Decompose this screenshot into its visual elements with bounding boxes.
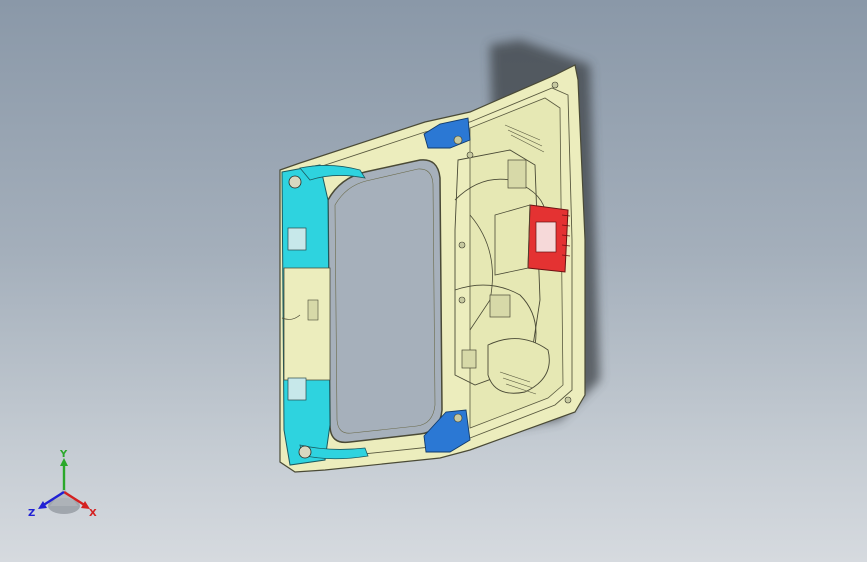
switch-panel-window <box>535 221 557 253</box>
mount-lower-block <box>461 349 477 369</box>
bolt-left-top <box>288 175 302 189</box>
mount-mid-block <box>489 294 511 318</box>
pillar-left-body <box>283 267 331 381</box>
door-panel-model[interactable] <box>0 0 867 562</box>
z-axis-label: Z <box>28 508 35 519</box>
hole-7 <box>458 296 466 304</box>
hole-2 <box>466 151 474 159</box>
window-opening <box>327 159 443 444</box>
y-axis-label: Y <box>59 449 68 460</box>
mount-upper-block <box>507 159 527 189</box>
hole-1 <box>453 135 463 145</box>
slot-left-mid <box>307 299 319 321</box>
hole-3 <box>551 81 559 89</box>
hole-6 <box>458 241 466 249</box>
hole-5 <box>453 413 463 423</box>
bolt-left-bottom <box>298 445 312 459</box>
coordinate-triad[interactable]: Y X Z <box>26 448 106 522</box>
clip-left-upper <box>287 227 307 251</box>
hole-4 <box>564 396 572 404</box>
x-axis-label: X <box>89 508 97 519</box>
graphics-viewport[interactable]: Y X Z <box>0 0 867 562</box>
clip-left-lower <box>287 377 307 401</box>
